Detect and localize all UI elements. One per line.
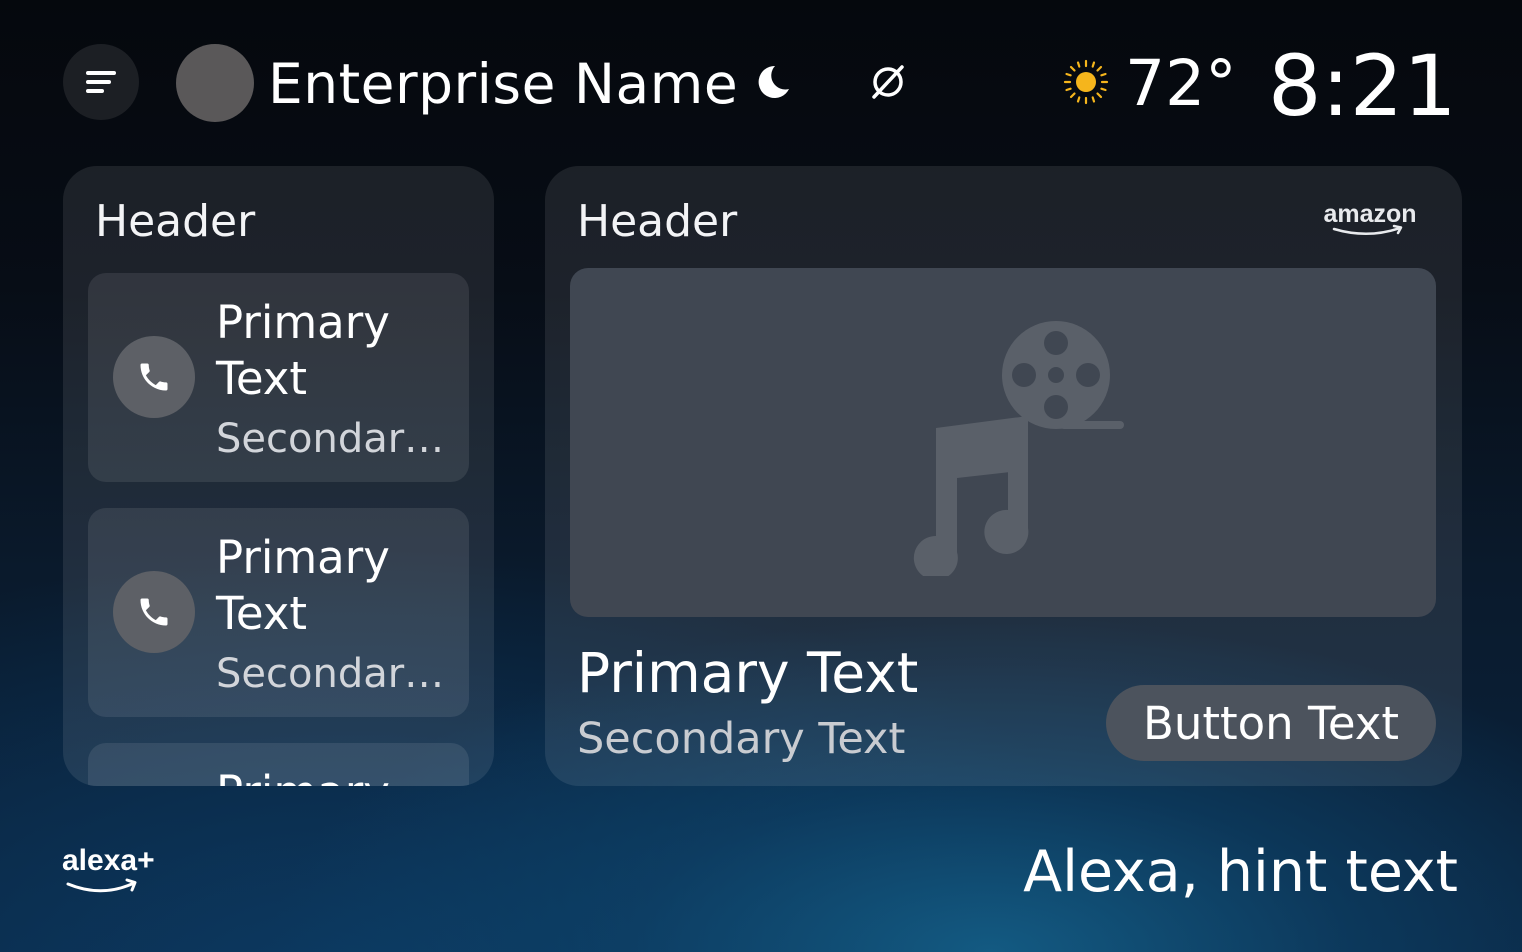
card-secondary-text: Secondary Text	[577, 714, 906, 764]
list-item[interactable]: Primary Text Secondary Text	[88, 508, 469, 717]
menu-icon	[86, 71, 116, 93]
svg-text:alexa+: alexa+	[62, 844, 155, 877]
item-secondary-text: Secondary Text	[216, 651, 446, 697]
card-header: Header	[577, 196, 738, 247]
enterprise-avatar	[176, 44, 254, 122]
alexa-plus-logo[interactable]: alexa+	[62, 840, 166, 900]
clock: 8:21	[1268, 37, 1457, 135]
media-placeholder[interactable]	[570, 268, 1436, 617]
item-secondary-text: Secondary Text	[216, 416, 446, 462]
sun-icon	[1063, 59, 1109, 105]
media-card: Header amazon Primary Text Secondary Tex…	[545, 166, 1462, 786]
action-button[interactable]: Button Text	[1106, 685, 1436, 761]
item-primary-text: Primary	[216, 765, 456, 786]
item-primary-text: Primary Text	[216, 296, 390, 405]
menu-button[interactable]	[63, 44, 139, 120]
temperature: 72°	[1125, 47, 1237, 120]
card-primary-text: Primary Text	[577, 641, 919, 705]
list-item[interactable]: Primary	[88, 743, 469, 786]
item-primary-text: Primary Text	[216, 531, 390, 640]
call-button[interactable]	[113, 571, 195, 653]
contact-list[interactable]: Primary Text Secondary Text Primary Text…	[88, 273, 469, 786]
moon-icon	[758, 65, 789, 98]
card-header: Header	[95, 196, 256, 247]
phone-icon	[140, 598, 168, 626]
svg-text:amazon: amazon	[1323, 200, 1416, 228]
amazon-logo: amazon	[1323, 200, 1417, 235]
do-not-disturb-icon	[872, 65, 904, 99]
contacts-card: Header Primary Text Secondary Text Prima…	[63, 166, 494, 786]
music-film-reel-icon	[913, 321, 1124, 576]
enterprise-name: Enterprise Name	[268, 52, 739, 116]
list-item[interactable]: Primary Text Secondary Text	[88, 273, 469, 482]
phone-icon	[140, 363, 168, 391]
voice-hint-text: Alexa, hint text	[1023, 839, 1458, 905]
call-button[interactable]	[113, 336, 195, 418]
